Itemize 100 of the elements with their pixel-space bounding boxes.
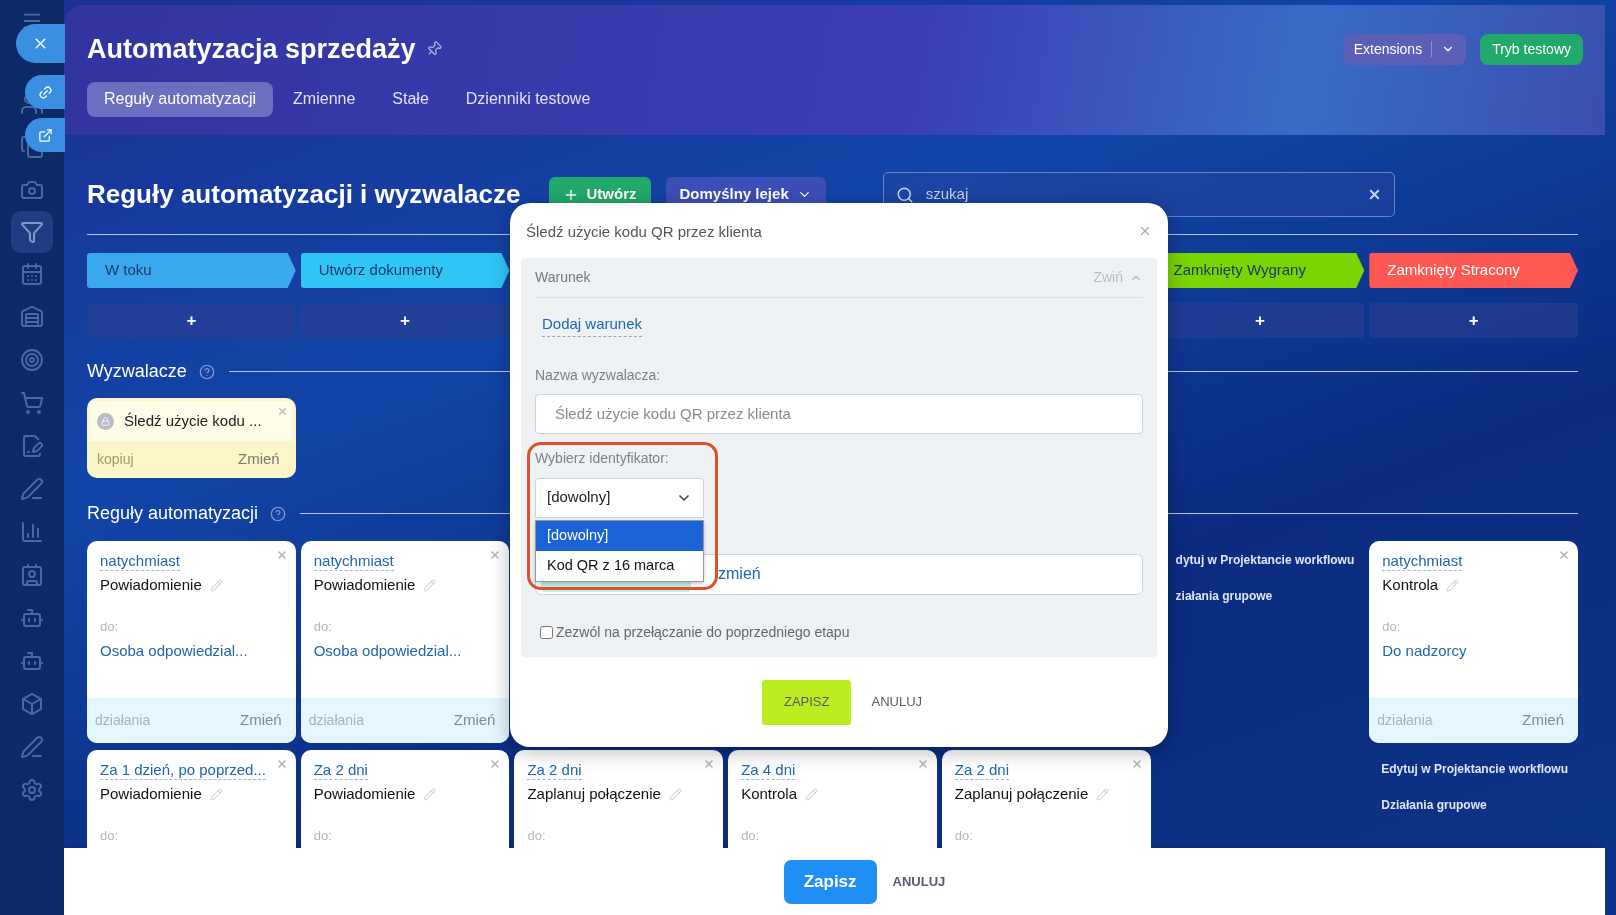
delay-link[interactable]: Za 2 dni <box>313 760 368 780</box>
dialog-save-button[interactable]: ZAPISZ <box>761 679 852 725</box>
tab[interactable]: Reguły automatyzacji <box>87 81 274 117</box>
add-rule-button[interactable]: + <box>300 303 510 338</box>
add-rule-button[interactable]: + <box>1369 303 1578 338</box>
add-rule-button[interactable]: + <box>87 303 296 338</box>
pen-icon[interactable] <box>20 477 44 501</box>
settings-icon[interactable] <box>20 778 44 802</box>
triggers-heading: Wyzwalacze <box>87 360 187 383</box>
rule-card[interactable]: Za 2 dni Zaplanuj połączenie do: <box>941 750 1151 848</box>
delay-link[interactable]: natychmiast <box>1382 551 1463 571</box>
dialog-title: Śledź użycie kodu QR przez klienta <box>526 222 762 243</box>
calendar-icon[interactable] <box>20 262 44 286</box>
workflow-link[interactable]: Edytuj w Projektancie workflowu <box>1381 760 1578 778</box>
checkbox-label: Zezwól na przełączanie do poprzedniego etapu <box>556 622 850 642</box>
trigger-name-field[interactable]: Śledź użycie kodu QR przez klienta <box>535 393 1143 434</box>
stage-header: Utwórz dokumenty <box>300 253 510 288</box>
close-icon[interactable] <box>489 549 502 561</box>
rule-card[interactable]: Za 1 dzień, po poprzed... Powiadomienie do: <box>87 750 296 848</box>
close-icon[interactable] <box>276 406 288 417</box>
close-icon[interactable] <box>275 549 288 561</box>
recipient-label: do: <box>527 826 547 845</box>
recipient-link[interactable]: Osoba odpowiedzial... <box>313 640 497 663</box>
change-button[interactable]: Zmień <box>453 709 496 732</box>
help-icon[interactable] <box>198 363 215 380</box>
workflow-link[interactable]: dytuj w Projektancie workflowu <box>1175 551 1365 569</box>
rule-card[interactable]: natychmiast Powiadomienie do: Osoba odpowiedzial... działania Zmień <box>300 541 510 743</box>
identifier-select[interactable]: [dowolny] <box>535 477 704 518</box>
pencil-icon[interactable] <box>805 787 818 801</box>
recipient-link[interactable]: Do nadzorcy <box>1382 640 1565 663</box>
sidebar-item[interactable] <box>11 211 53 253</box>
pencil-icon[interactable] <box>1096 787 1110 801</box>
cancel-button[interactable]: ANULUJ <box>892 871 946 892</box>
robot-icon[interactable] <box>20 649 44 673</box>
action-title: Powiadomienie <box>313 784 416 804</box>
close-icon[interactable] <box>916 758 929 770</box>
actions-label: działania <box>308 711 364 730</box>
workflow-link[interactable]: ziałania grupowe <box>1175 587 1365 605</box>
tab[interactable]: Stałe <box>375 81 446 117</box>
pencil-icon[interactable] <box>209 578 223 592</box>
search-input[interactable]: szukaj <box>925 183 1355 206</box>
recipient-label: do: <box>313 826 333 845</box>
delay-link[interactable]: natychmiast <box>100 551 181 571</box>
actions-label: działania <box>1377 711 1433 730</box>
pencil-icon[interactable] <box>668 787 682 801</box>
change-button[interactable]: Zmień <box>238 448 280 471</box>
trigger-card[interactable]: Śledź użycie kodu ... kopiuj Zmień <box>87 398 296 478</box>
add-condition-link[interactable]: Dodaj warunek <box>542 313 643 337</box>
close-panel-button[interactable] <box>16 24 65 63</box>
tab[interactable]: Zmienne <box>276 81 373 117</box>
delay-link[interactable]: Za 4 dni <box>741 760 796 780</box>
camera-icon[interactable] <box>20 178 44 202</box>
delay-link[interactable]: Za 2 dni <box>954 760 1010 780</box>
stage-header: Zamknięty Stracony <box>1369 253 1578 288</box>
open-window-button[interactable] <box>25 118 65 152</box>
close-icon[interactable] <box>703 758 716 770</box>
bar-chart-icon[interactable] <box>20 520 44 544</box>
action-title: Powiadomienie <box>313 575 416 595</box>
rule-card[interactable]: Za 4 dni Kontrola do: <box>728 750 937 848</box>
extensions-label[interactable]: Extensions <box>1353 38 1423 60</box>
pencil-icon[interactable] <box>1446 578 1460 592</box>
delay-link[interactable]: Za 2 dni <box>527 760 582 780</box>
box-icon[interactable] <box>20 692 44 716</box>
close-icon[interactable] <box>489 758 502 770</box>
pen-icon[interactable] <box>20 735 44 759</box>
warehouse-icon[interactable] <box>20 305 44 329</box>
robot-icon[interactable] <box>20 606 44 630</box>
tab[interactable]: Dzienniki testowe <box>448 81 608 117</box>
rule-card[interactable]: natychmiast Kontrola do: Do nadzorcy działania Zmień <box>1369 541 1578 743</box>
delay-link[interactable]: Za 1 dzień, po poprzed... <box>100 760 266 780</box>
delay-link[interactable]: natychmiast <box>313 551 394 571</box>
document-icon[interactable] <box>20 434 44 458</box>
dropdown-option[interactable]: [dowolny] <box>536 521 703 551</box>
close-icon[interactable] <box>1558 549 1570 561</box>
target-icon[interactable] <box>20 348 44 372</box>
dropdown-option[interactable]: Kod QR z 16 marca <box>536 551 703 581</box>
close-icon[interactable] <box>275 758 288 770</box>
cart-icon[interactable] <box>20 391 44 415</box>
action-title: Powiadomienie <box>100 575 202 595</box>
pencil-icon[interactable] <box>423 578 437 592</box>
help-icon[interactable] <box>270 505 287 522</box>
change-link[interactable]: zmień <box>718 562 761 586</box>
extensions-button[interactable]: Extensions <box>1342 33 1467 65</box>
workflow-link[interactable]: Działania grupowe <box>1381 796 1578 814</box>
recipient-label: do: <box>100 826 120 845</box>
change-button[interactable]: Zmień <box>1522 709 1564 732</box>
pencil-icon[interactable] <box>209 787 223 801</box>
recipient-link[interactable]: Osoba odpowiedzial... <box>100 640 283 663</box>
pencil-icon[interactable] <box>423 787 437 801</box>
rule-card[interactable]: Za 2 dni Powiadomienie do: <box>300 750 510 848</box>
allow-back-checkbox[interactable] <box>540 625 553 639</box>
rule-card[interactable]: Za 2 dni Zaplanuj połączenie do: <box>514 750 724 848</box>
close-icon[interactable] <box>1130 758 1143 770</box>
change-button[interactable]: Zmień <box>240 709 282 732</box>
trigger-icon <box>97 412 114 430</box>
dialog-cancel-button[interactable]: ANULUJ <box>871 692 923 712</box>
copy-link-button[interactable] <box>25 75 65 109</box>
contact-card-icon[interactable] <box>20 563 44 587</box>
rule-card[interactable]: natychmiast Powiadomienie do: Osoba odpowiedzial... działania Zmień <box>87 541 296 743</box>
save-button[interactable]: Zapisz <box>783 859 877 904</box>
